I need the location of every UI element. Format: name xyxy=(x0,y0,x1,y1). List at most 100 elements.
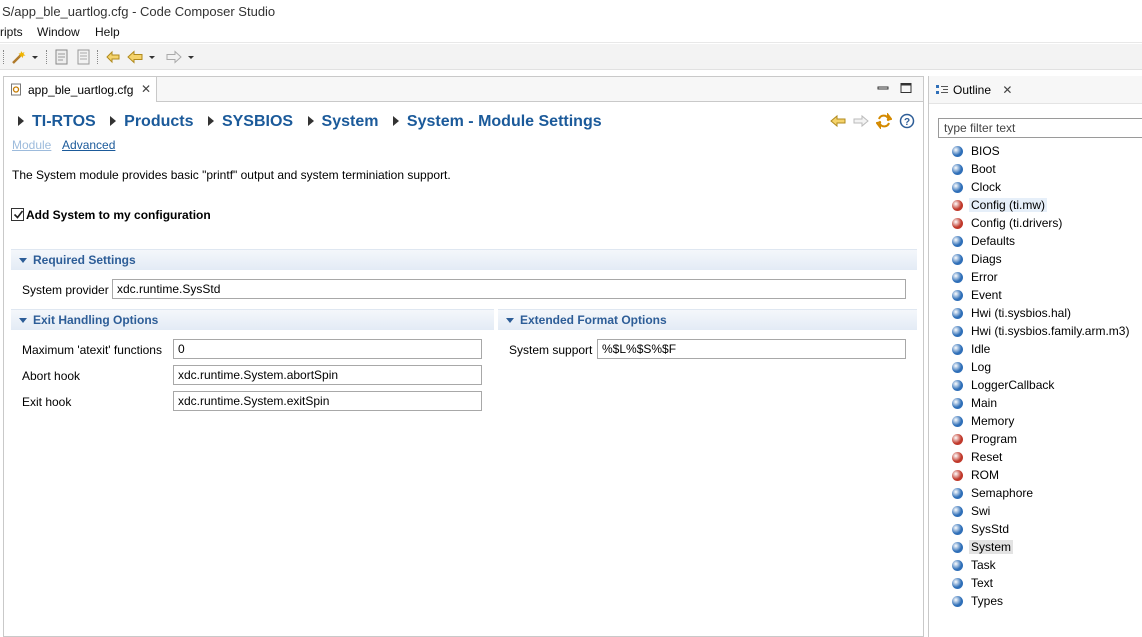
abort-hook-field[interactable] xyxy=(173,365,482,385)
refresh-icon[interactable] xyxy=(875,112,893,130)
outline-item[interactable]: LoggerCallback xyxy=(948,377,1129,395)
back-icon[interactable] xyxy=(126,48,144,66)
outline-icon xyxy=(935,83,949,100)
outline-item-label: Event xyxy=(971,288,1002,302)
outline-item[interactable]: SysStd xyxy=(948,521,1129,539)
editor-tabstrip: app_ble_uartlog.cfg ✕ xyxy=(4,77,923,102)
breadcrumb: TI-RTOS Products SYSBIOS System System -… xyxy=(18,113,612,133)
outline-item-label: Idle xyxy=(971,342,991,356)
outline-item[interactable]: System xyxy=(948,539,1129,557)
outline-list: BIOS Boot Clock Config (ti.mw) Config (ti.dr… xyxy=(948,143,1129,611)
breadcrumb-sysbios[interactable]: SYSBIOS xyxy=(222,113,293,130)
outline-item[interactable]: Hwi (ti.sysbios.hal) xyxy=(948,305,1129,323)
page-icon[interactable] xyxy=(53,48,71,66)
outline-item[interactable]: Clock xyxy=(948,179,1129,197)
outline-item[interactable]: Main xyxy=(948,395,1129,413)
outline-item[interactable]: BIOS xyxy=(948,143,1129,161)
breadcrumb-arrow-icon xyxy=(392,116,399,127)
forward-dropdown-icon[interactable] xyxy=(186,48,196,66)
outline-item[interactable]: Log xyxy=(948,359,1129,377)
outline-item-label: LoggerCallback xyxy=(971,378,1055,392)
collapse-arrow-icon xyxy=(19,258,27,263)
tab-outline[interactable]: Outline ✕ xyxy=(933,76,1012,104)
module-red-dot-icon xyxy=(952,200,963,211)
last-edit-icon[interactable] xyxy=(104,48,122,66)
module-blue-dot-icon xyxy=(952,596,963,607)
editor-panel: app_ble_uartlog.cfg ✕ TI-RTOS Products S… xyxy=(3,76,924,637)
required-settings-header[interactable]: Required Settings xyxy=(11,249,917,270)
breadcrumb-system[interactable]: System xyxy=(322,113,379,130)
outline-item-label: Hwi (ti.sysbios.family.arm.m3) xyxy=(971,324,1130,338)
close-icon[interactable]: ✕ xyxy=(141,82,151,96)
module-link[interactable]: Module xyxy=(12,138,51,152)
outline-item[interactable]: Diags xyxy=(948,251,1129,269)
exit-handling-header[interactable]: Exit Handling Options xyxy=(11,309,494,330)
outline-item-label: BIOS xyxy=(971,144,1000,158)
module-red-dot-icon xyxy=(952,218,963,229)
atexit-label: Maximum 'atexit' functions xyxy=(22,343,162,357)
outline-item[interactable]: ROM xyxy=(948,467,1129,485)
back-icon[interactable] xyxy=(830,113,846,129)
outline-item[interactable]: Defaults xyxy=(948,233,1129,251)
forward-icon[interactable] xyxy=(853,113,869,129)
forward-icon[interactable] xyxy=(165,48,183,66)
extended-format-header[interactable]: Extended Format Options xyxy=(498,309,917,330)
toolbar-grip[interactable] xyxy=(3,50,5,64)
module-blue-dot-icon xyxy=(952,380,963,391)
add-system-checkbox-row[interactable]: Add System to my configuration xyxy=(11,208,211,222)
menu-scripts[interactable]: ripts xyxy=(0,25,23,39)
outline-item[interactable]: Program xyxy=(948,431,1129,449)
outline-item-label: Text xyxy=(971,576,994,590)
breadcrumb-ti-rtos[interactable]: TI-RTOS xyxy=(32,113,96,130)
outline-item[interactable]: Semaphore xyxy=(948,485,1129,503)
chevron-down-icon[interactable] xyxy=(30,48,40,66)
module-blue-dot-icon xyxy=(952,308,963,319)
outline-item[interactable]: Reset xyxy=(948,449,1129,467)
module-red-dot-icon xyxy=(952,434,963,445)
collapse-arrow-icon xyxy=(506,318,514,323)
wand-icon[interactable] xyxy=(10,48,28,66)
add-system-label: Add System to my configuration xyxy=(26,208,211,222)
outline-item[interactable]: Config (ti.mw) xyxy=(948,197,1129,215)
outline-item-label: Memory xyxy=(971,414,1015,428)
outline-item[interactable]: Config (ti.drivers) xyxy=(948,215,1129,233)
outline-item[interactable]: Swi xyxy=(948,503,1129,521)
module-blue-dot-icon xyxy=(952,254,963,265)
outline-item[interactable]: Memory xyxy=(948,413,1129,431)
outline-item[interactable]: Boot xyxy=(948,161,1129,179)
document-icon[interactable] xyxy=(75,48,93,66)
outline-item[interactable]: Error xyxy=(948,269,1129,287)
outline-item-label: ROM xyxy=(971,468,999,482)
tab-app-ble-uartlog[interactable]: app_ble_uartlog.cfg ✕ xyxy=(4,77,157,102)
outline-item-label: Task xyxy=(971,558,996,572)
outline-item[interactable]: Hwi (ti.sysbios.family.arm.m3) xyxy=(948,323,1129,341)
minimize-icon[interactable] xyxy=(877,82,889,94)
exit-hook-field[interactable] xyxy=(173,391,482,411)
outline-item[interactable]: Text xyxy=(948,575,1129,593)
outline-item[interactable]: Types xyxy=(948,593,1129,611)
outline-item-label: Semaphore xyxy=(971,486,1034,500)
module-blue-dot-icon xyxy=(952,398,963,409)
system-support-field[interactable] xyxy=(597,339,906,359)
outline-item[interactable]: Idle xyxy=(948,341,1129,359)
atexit-field[interactable] xyxy=(173,339,482,359)
outline-item-label: Diags xyxy=(971,252,1002,266)
outline-item-label: Boot xyxy=(971,162,996,176)
back-dropdown-icon[interactable] xyxy=(147,48,157,66)
outline-item-label: Reset xyxy=(971,450,1003,464)
system-provider-field[interactable] xyxy=(112,279,906,299)
outline-item[interactable]: Event xyxy=(948,287,1129,305)
menu-help[interactable]: Help xyxy=(95,25,120,39)
advanced-link[interactable]: Advanced xyxy=(62,138,115,152)
add-system-checkbox[interactable] xyxy=(11,208,24,221)
help-icon[interactable]: ? xyxy=(899,113,915,129)
outline-filter-input[interactable] xyxy=(938,118,1142,138)
outline-item-label: Error xyxy=(971,270,998,284)
breadcrumb-products[interactable]: Products xyxy=(124,113,193,130)
maximize-icon[interactable] xyxy=(900,82,912,94)
close-icon[interactable]: ✕ xyxy=(1002,83,1012,97)
outline-item[interactable]: Task xyxy=(948,557,1129,575)
svg-text:?: ? xyxy=(904,117,910,128)
menu-window[interactable]: Window xyxy=(37,25,80,39)
module-description: The System module provides basic "printf… xyxy=(12,168,451,182)
